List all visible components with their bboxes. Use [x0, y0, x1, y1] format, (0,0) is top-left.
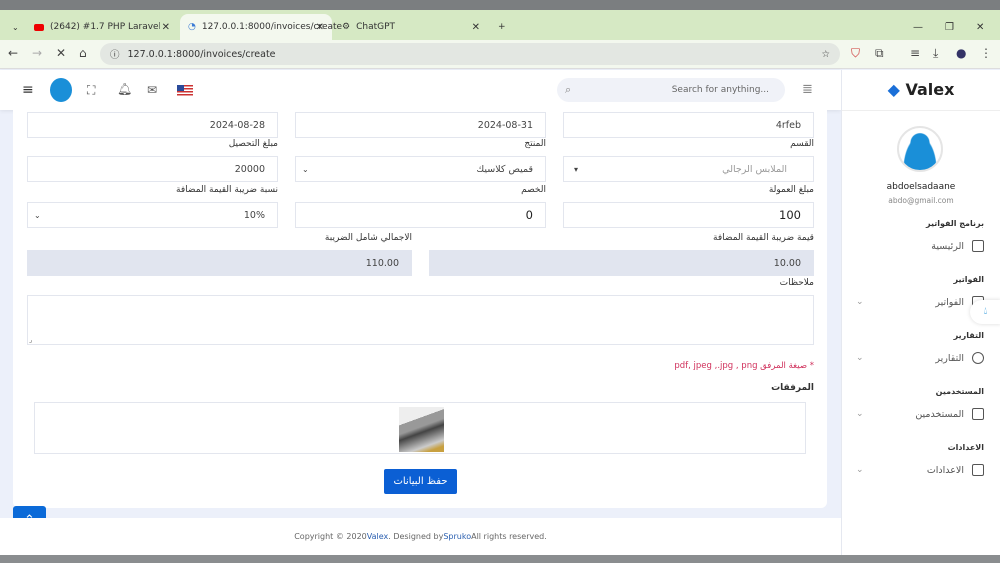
maximize-icon: ❐: [945, 21, 954, 33]
chevron-down-icon: ⌄: [302, 164, 309, 174]
sidebar-heading: الاعدادات: [947, 443, 984, 452]
footer-brand-link[interactable]: Valex: [367, 532, 389, 541]
commission-label: مبلغ العمولة: [768, 185, 814, 195]
sidebar-item-invoices[interactable]: الفواتير ⌄: [856, 296, 984, 308]
format-hint: * صيغة المرفق pdf, jpeg ,.jpg , png: [674, 361, 814, 371]
fullscreen-icon[interactable]: ⛶: [87, 83, 95, 98]
minimize-icon: —: [913, 21, 923, 33]
attachment-thumbnail: [399, 407, 444, 452]
address-bar[interactable]: ⓘ 127.0.0.1:8000/invoices/create ☆: [100, 43, 840, 65]
close-icon[interactable]: ✕: [316, 22, 324, 33]
discount-label: الخصم: [521, 185, 546, 195]
user-name: abdoelsadaane: [886, 182, 956, 192]
footer-designer-link[interactable]: Spruko: [443, 532, 471, 541]
window-controls[interactable]: — ❐ ✕: [905, 14, 992, 40]
stop-icon[interactable]: ✕: [56, 46, 66, 60]
search-input[interactable]: Search for anything... ⌕: [557, 78, 785, 102]
users-icon: [972, 408, 984, 420]
mail-icon[interactable]: ✉: [147, 83, 157, 97]
bookmark-star-icon[interactable]: ☆: [821, 49, 830, 60]
window-top: [0, 0, 1000, 10]
profile-icon[interactable]: ●: [956, 46, 966, 60]
taskbar-edge: [0, 555, 1000, 563]
site-icon: ◔: [188, 22, 196, 32]
dashboard-icon: [972, 240, 984, 252]
notes-textarea[interactable]: ⌟: [27, 295, 814, 345]
vat-rate-select[interactable]: ⌄ 10%: [27, 202, 278, 228]
tab-bar: ⌄ (2642) #1.7 PHP Laravel Ecomm✕ ◔127.0.…: [0, 10, 1000, 40]
close-window-icon: ✕: [975, 21, 985, 33]
hamburger-icon[interactable]: ≡: [22, 82, 34, 98]
invoice-date-input[interactable]: 2024-08-31: [295, 112, 546, 138]
chevron-down-icon: ⌄: [856, 297, 864, 307]
theme-switcher-icon[interactable]: 💧︎: [970, 300, 1000, 324]
user-avatar: [897, 126, 943, 172]
attachment-dropzone[interactable]: [34, 402, 806, 454]
due-date-input[interactable]: 2024-08-28: [27, 112, 278, 138]
us-flag-icon[interactable]: [177, 85, 193, 96]
total-input: 110.00: [27, 250, 412, 276]
vat-value-label: قيمة ضريبة القيمة المضافة: [713, 233, 814, 243]
avatar[interactable]: [50, 78, 72, 102]
user-email: abdo@gmail.com: [888, 196, 954, 205]
sidebar-heading: الفواتير: [953, 275, 984, 284]
youtube-icon: [34, 23, 44, 31]
total-label: الاجمالي شامل الضريبة: [324, 233, 412, 243]
close-icon[interactable]: ✕: [162, 22, 170, 33]
commission-input[interactable]: 100: [563, 202, 814, 228]
book-icon: [972, 464, 984, 476]
sidebar-toggle-icon[interactable]: ≣: [802, 82, 813, 97]
tab-youtube[interactable]: (2642) #1.7 PHP Laravel Ecomm✕: [26, 14, 178, 40]
search-icon: ⌕: [565, 83, 572, 96]
new-tab-button[interactable]: +: [490, 14, 510, 40]
section-select[interactable]: ▾ الملابس الرجالي: [563, 156, 814, 182]
tab-chatgpt[interactable]: ⚙ ChatGPT ✕: [334, 14, 488, 40]
brand-logo[interactable]: ◆ Valex: [842, 80, 1000, 99]
forward-icon[interactable]: →: [32, 46, 42, 60]
media-icon[interactable]: ≡: [910, 46, 920, 60]
sidebar-heading: التقارير: [953, 331, 984, 340]
section-label: القسم: [790, 139, 814, 149]
bell-icon[interactable]: 🔔︎: [117, 82, 132, 96]
sidebar: ◆ Valex abdoelsadaane abdo@gmail.com برن…: [841, 70, 1000, 555]
brave-shield-icon[interactable]: ⛉: [851, 46, 860, 61]
chevron-down-icon: ⌄: [856, 409, 864, 419]
product-label: المنتج: [524, 139, 546, 149]
reports-icon: [972, 352, 984, 364]
collection-amount-input[interactable]: 20000: [27, 156, 278, 182]
chevron-down-icon: ⌄: [856, 465, 864, 475]
tab-list-button[interactable]: ⌄: [4, 14, 24, 40]
vat-value-input: 10.00: [429, 250, 814, 276]
sidebar-item-users[interactable]: المستخدمين ⌄: [856, 408, 984, 420]
save-button[interactable]: حفظ البيانات: [384, 469, 457, 494]
footer: Copyright © 2020 Valex. Designed by Spru…: [0, 518, 841, 555]
resize-handle-icon: ⌟: [29, 336, 33, 344]
chevron-down-icon: ⌄: [856, 353, 864, 363]
sidebar-heading: المستخدمين: [935, 387, 984, 396]
dropdown-arrow-icon: ▾: [574, 164, 579, 174]
chevron-down-icon: ⌄: [34, 210, 41, 220]
close-icon[interactable]: ✕: [472, 22, 480, 33]
home-icon[interactable]: ⌂: [79, 46, 87, 60]
sidebar-item-reports[interactable]: التقارير ⌄: [856, 352, 984, 364]
sidebar-item-settings[interactable]: الاعدادات ⌄: [856, 464, 984, 476]
info-icon: ⓘ: [110, 50, 120, 61]
tab-invoices[interactable]: ◔ 127.0.0.1:8000/invoices/create ✕: [180, 14, 342, 40]
chatgpt-icon: ⚙: [342, 22, 351, 32]
vat-rate-label: نسبة ضريبة القيمة المضافة: [176, 185, 278, 195]
sidebar-heading: برنامج الفواتير: [926, 219, 984, 228]
discount-input[interactable]: 0: [295, 202, 546, 228]
download-icon[interactable]: ⤓: [933, 46, 938, 61]
sidebar-item-home[interactable]: الرئيسية: [856, 240, 984, 252]
collection-label: مبلغ التحصيل: [228, 139, 278, 149]
attachments-label: المرفقات: [771, 383, 814, 393]
menu-icon[interactable]: ⋮: [980, 46, 992, 60]
invoice-number-input[interactable]: 4rfeb: [563, 112, 814, 138]
extensions-icon[interactable]: ⧉: [875, 46, 884, 61]
logo-icon: ◆: [887, 80, 900, 99]
back-icon[interactable]: ←: [8, 46, 18, 60]
product-select[interactable]: ⌄ قميص كلاسيك: [295, 156, 546, 182]
notes-label: ملاحظات: [779, 278, 814, 288]
